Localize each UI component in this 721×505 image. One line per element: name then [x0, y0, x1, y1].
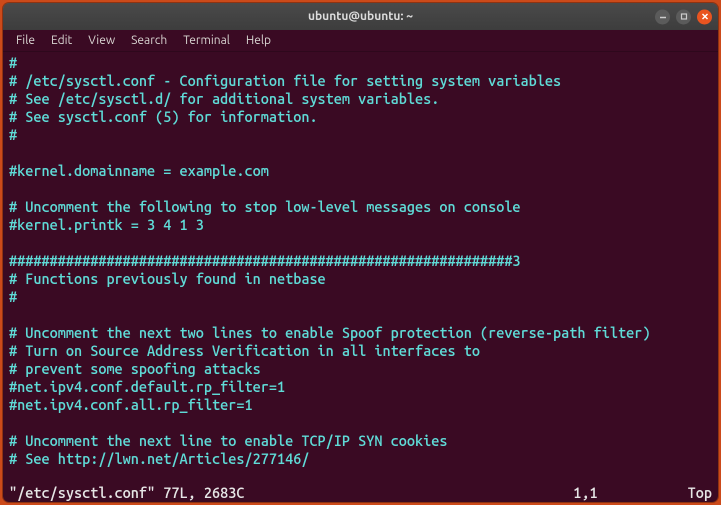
titlebar[interactable]: ubuntu@ubuntu: ~ [3, 3, 718, 30]
terminal-line: #net.ipv4.conf.default.rp_filter=1 [9, 378, 712, 396]
menu-view[interactable]: View [81, 32, 122, 49]
terminal-window: ubuntu@ubuntu: ~ File Edit View Search T… [3, 3, 718, 502]
status-file-info: "/etc/sysctl.conf" 77L, 2683C [9, 484, 244, 501]
menu-help[interactable]: Help [239, 32, 278, 49]
terminal-line: # [9, 126, 712, 144]
terminal-line: # [9, 54, 712, 72]
terminal-line: # /etc/sysctl.conf - Configuration file … [9, 72, 712, 90]
menubar: File Edit View Search Terminal Help [3, 30, 718, 52]
terminal-line: # Uncomment the next two lines to enable… [9, 324, 712, 342]
status-cursor-position: 1,1 [573, 484, 687, 501]
terminal-line: # Functions previously found in netbase [9, 270, 712, 288]
terminal-line [9, 144, 712, 162]
terminal-line: # prevent some spoofing attacks [9, 360, 712, 378]
terminal-line [9, 180, 712, 198]
terminal-body[interactable]: ## /etc/sysctl.conf - Configuration file… [3, 52, 718, 484]
menu-edit[interactable]: Edit [44, 32, 79, 49]
terminal-line: # See sysctl.conf (5) for information. [9, 108, 712, 126]
terminal-line: #kernel.printk = 3 4 1 3 [9, 216, 712, 234]
terminal-line: #kernel.domainname = example.com [9, 162, 712, 180]
terminal-line: # Uncomment the following to stop low-le… [9, 198, 712, 216]
menu-search[interactable]: Search [124, 32, 174, 49]
terminal-line [9, 306, 712, 324]
terminal-line: # See http://lwn.net/Articles/277146/ [9, 450, 712, 468]
terminal-line: # Turn on Source Address Verification in… [9, 342, 712, 360]
terminal-line: ########################################… [9, 252, 712, 270]
terminal-line: # See /etc/sysctl.d/ for additional syst… [9, 90, 712, 108]
terminal-line: #net.ipv4.conf.all.rp_filter=1 [9, 396, 712, 414]
window-controls [655, 9, 712, 24]
window-title: ubuntu@ubuntu: ~ [308, 10, 413, 23]
terminal-line [9, 414, 712, 432]
menu-terminal[interactable]: Terminal [176, 32, 237, 49]
menu-file[interactable]: File [9, 32, 42, 49]
status-scroll-position: Top [688, 484, 712, 501]
terminal-line: # [9, 288, 712, 306]
minimize-button[interactable] [655, 9, 670, 24]
terminal-line: # Uncomment the next line to enable TCP/… [9, 432, 712, 450]
vim-statusbar: "/etc/sysctl.conf" 77L, 2683C 1,1 Top [3, 484, 718, 502]
terminal-line [9, 234, 712, 252]
close-button[interactable] [697, 9, 712, 24]
maximize-button[interactable] [676, 9, 691, 24]
